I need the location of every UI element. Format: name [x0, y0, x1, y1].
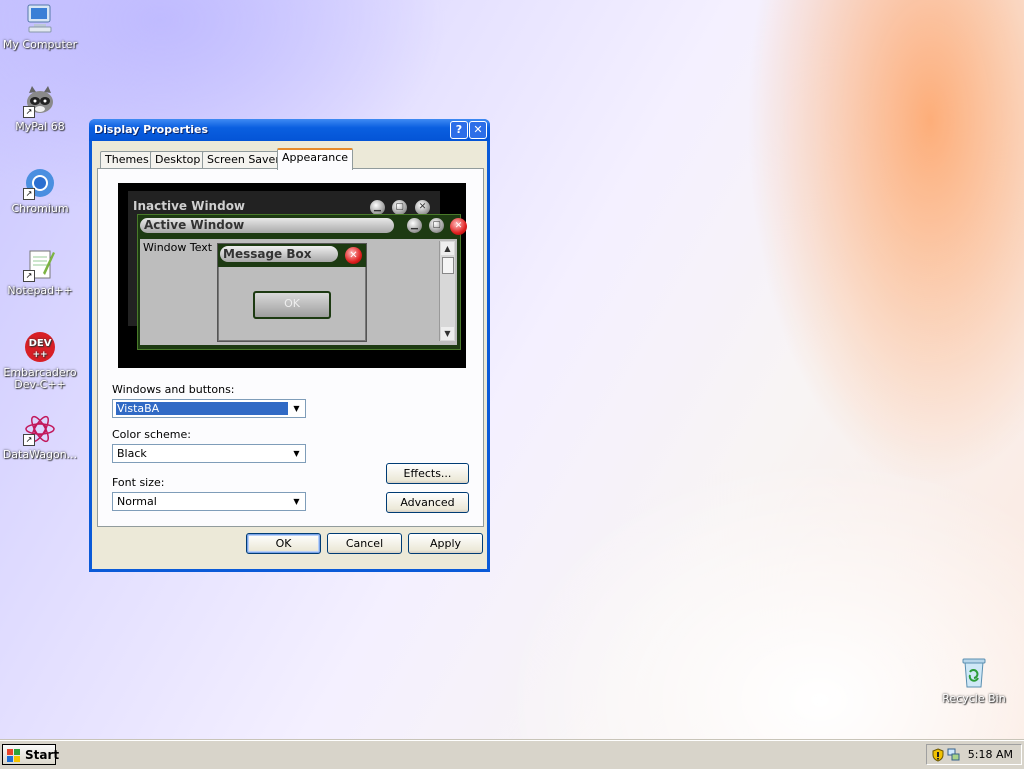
color-scheme-label: Color scheme: [112, 428, 191, 441]
advanced-button[interactable]: Advanced [386, 492, 469, 513]
message-box-title: Message Box [220, 246, 338, 262]
windows-buttons-value: VistaBA [116, 402, 288, 415]
shortcut-arrow-icon: ↗ [23, 270, 35, 282]
desktop-icon-label: DataWagon... [2, 448, 78, 461]
message-box-ok-button: OK [253, 291, 331, 319]
desktop-icon-label: MyPal 68 [15, 120, 65, 133]
chromium-icon: ↗ [23, 166, 57, 200]
desktop-icon-my-computer[interactable]: My Computer [0, 2, 80, 51]
system-tray: 5:18 AM [926, 744, 1022, 765]
shortcut-arrow-icon: ↗ [23, 434, 35, 446]
chevron-down-icon[interactable]: ▼ [289, 494, 304, 509]
close-icon: ✕ [415, 200, 430, 215]
dialog-title: Display Properties [94, 123, 209, 136]
font-size-label: Font size: [112, 476, 165, 489]
cancel-button[interactable]: Cancel [327, 533, 402, 554]
datawagon-icon: ↗ [23, 412, 57, 446]
desktop-icon-label: My Computer [2, 38, 78, 51]
appearance-panel: Inactive Window ▁ ▢ ✕ Active Window ▁ ▢ … [97, 168, 484, 527]
clock[interactable]: 5:18 AM [968, 748, 1013, 761]
display-properties-dialog: Display Properties ? ✕ Themes Desktop Sc… [89, 119, 490, 572]
font-size-value: Normal [117, 495, 157, 508]
start-button[interactable]: Start [2, 744, 60, 765]
close-icon: ✕ [450, 218, 467, 235]
preview-window-text: Window Text [143, 241, 213, 254]
preview-message-box: Message Box ✕ OK [217, 243, 367, 342]
apply-button[interactable]: Apply [408, 533, 483, 554]
svg-text:++: ++ [32, 350, 47, 360]
desktop-icon-notepadpp[interactable]: ↗ Notepad++ [0, 248, 80, 297]
svg-text:DEV: DEV [29, 338, 52, 349]
close-button[interactable]: ✕ [469, 121, 487, 139]
effects-button[interactable]: Effects... [386, 463, 469, 484]
shortcut-arrow-icon: ↗ [23, 106, 35, 118]
recycle-bin-icon [957, 656, 991, 690]
desktop-icon-chromium[interactable]: ↗ Chromium [0, 166, 80, 215]
preview-scrollbar: ▲ ▼ [439, 241, 455, 341]
desktop-icon-label: Chromium [11, 202, 69, 215]
dialog-client: Themes Desktop Screen Saver Appearance I… [92, 141, 487, 569]
maximize-icon: ▢ [429, 218, 444, 233]
tab-appearance[interactable]: Appearance [277, 148, 354, 170]
close-icon: ✕ [345, 247, 362, 264]
tab-desktop[interactable]: Desktop [150, 151, 206, 169]
tab-themes[interactable]: Themes [100, 151, 154, 169]
desktop-icon-datawagon[interactable]: ↗ DataWagon... [0, 412, 80, 461]
taskbar: Start 5:18 AM [0, 740, 1024, 769]
security-shield-icon[interactable] [931, 748, 945, 762]
preview-inactive-title: Inactive Window [133, 199, 246, 213]
windows-buttons-label: Windows and buttons: [112, 383, 235, 396]
notepadpp-icon: ↗ [23, 248, 57, 282]
desktop-icon-label: Notepad++ [7, 284, 73, 297]
message-box-header: Message Box ✕ [218, 244, 366, 267]
scroll-down-icon: ▼ [441, 327, 454, 340]
desktop-icon-devcpp[interactable]: DEV ++ Embarcadero Dev-C++ [0, 330, 80, 391]
chevron-down-icon[interactable]: ▼ [289, 446, 304, 461]
devcpp-icon: DEV ++ [23, 330, 57, 364]
appearance-preview: Inactive Window ▁ ▢ ✕ Active Window ▁ ▢ … [118, 183, 467, 368]
desktop-icon-label: Recycle Bin [942, 692, 1006, 705]
desktop-icon-mypal[interactable]: ↗ MyPal 68 [0, 84, 80, 133]
minimize-icon: ▁ [407, 218, 422, 233]
shortcut-arrow-icon: ↗ [23, 188, 35, 200]
preview-scroll-thumb [442, 257, 454, 274]
raccoon-icon: ↗ [23, 84, 57, 118]
color-scheme-select[interactable]: Black ▼ [112, 444, 306, 463]
start-label: Start [25, 748, 60, 762]
dialog-titlebar[interactable]: Display Properties ? ✕ [89, 119, 490, 141]
font-size-select[interactable]: Normal ▼ [112, 492, 306, 511]
chevron-down-icon[interactable]: ▼ [289, 401, 304, 416]
desktop-icon-recycle-bin[interactable]: Recycle Bin [934, 656, 1014, 705]
ok-button[interactable]: OK [246, 533, 321, 554]
windows-buttons-select[interactable]: VistaBA ▼ [112, 399, 306, 418]
tab-screen-saver[interactable]: Screen Saver [202, 151, 285, 169]
scroll-up-icon: ▲ [441, 242, 454, 255]
preview-active-title: Active Window [140, 218, 394, 233]
minimize-icon: ▁ [370, 200, 385, 215]
maximize-icon: ▢ [392, 200, 407, 215]
windows-logo-icon [7, 748, 21, 762]
color-scheme-value: Black [117, 447, 147, 460]
desktop-icon-label: Embarcadero Dev-C++ [3, 366, 77, 391]
network-icon[interactable] [947, 748, 961, 762]
my-computer-icon [23, 2, 57, 36]
help-button[interactable]: ? [450, 121, 468, 139]
